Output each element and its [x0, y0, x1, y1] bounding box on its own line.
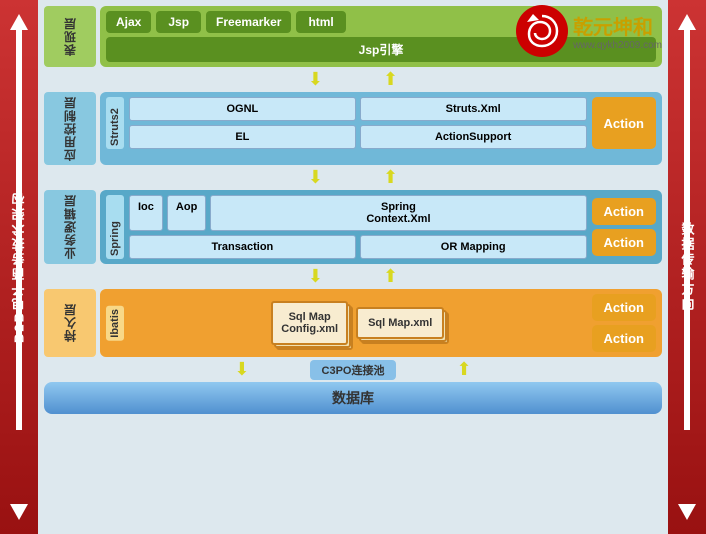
- box-or-mapping: OR Mapping: [360, 235, 587, 259]
- box-sqlmap: Sql Map.xml: [356, 307, 444, 339]
- arrow-up-1: ⬆: [383, 69, 398, 90]
- app-control-boxes: OGNL Struts.Xml EL ActionSupport: [129, 97, 587, 149]
- box-spring-context: Spring Context.Xml: [210, 195, 586, 231]
- persistence-label: 持久层: [44, 289, 96, 357]
- sqlmap-config-stack: Sql Map Config.xml: [271, 301, 348, 345]
- tech-freemarker: Freemarker: [206, 11, 291, 33]
- business-layer-content: Spring Ioc Aop Spring Context.Xml Transa…: [100, 190, 662, 264]
- business-label: 业务逻辑层: [44, 190, 96, 264]
- arrow-up-c3po: ⬆: [456, 359, 471, 380]
- box-struts-xml: Struts.Xml: [360, 97, 587, 121]
- business-boxes: Ioc Aop Spring Context.Xml Transaction O…: [129, 195, 587, 259]
- arrow-down-2: ⬇: [308, 167, 323, 188]
- app-control-layer-content: Struts2 OGNL Struts.Xml EL ActionSupport…: [100, 92, 662, 165]
- business-layer-wrapper: 业务逻辑层 Spring Ioc Aop Spring Context.Xml …: [44, 190, 662, 264]
- logo-icon: [515, 4, 569, 58]
- logo-text-area: 乾元坤和 www.qykh2009.com: [573, 11, 662, 51]
- arrow-up-2: ⬆: [383, 167, 398, 188]
- tech-ajax: Ajax: [106, 11, 151, 33]
- c3po-arrow-row: ⬇ C3PO连接池 ⬆: [44, 359, 662, 380]
- left-label-text: B2B电子商务技术架构: [10, 191, 29, 343]
- spring-label: Spring: [106, 195, 124, 259]
- arrow-down-3: ⬇: [308, 266, 323, 287]
- box-ioc: Ioc: [129, 195, 163, 231]
- biz-row2: Transaction OR Mapping: [129, 235, 587, 259]
- box-sqlmap-config: Sql Map Config.xml: [271, 301, 348, 345]
- persistence-inner: Ibatis Sql Map Config.xml: [106, 294, 656, 352]
- struts-label: Struts2: [106, 97, 124, 149]
- box-aop: Aop: [167, 195, 206, 231]
- arrow-down-1: ⬇: [308, 69, 323, 90]
- persistence-layer-wrapper: 持久层 Ibatis Sql Map Config.xml: [44, 289, 662, 357]
- brand-url: www.qykh2009.com: [573, 40, 662, 51]
- box-transaction: Transaction: [129, 235, 356, 259]
- center-area: 乾元坤和 www.qykh2009.com 表现层 Ajax Jsp Freem…: [38, 0, 668, 534]
- app-control-layer-wrapper: 应用控制层 Struts2 OGNL Struts.Xml EL ActionS…: [44, 92, 662, 165]
- logo-area: 乾元坤和 www.qykh2009.com: [515, 4, 662, 58]
- arrow-row-1: ⬇ ⬆: [44, 69, 662, 90]
- biz-action-boxes: Action Action: [592, 195, 656, 259]
- app-action-box: Action: [592, 97, 656, 149]
- sqlmap-stack: Sql Map.xml: [356, 307, 444, 339]
- c3po-label: C3PO连接池: [310, 360, 397, 380]
- persist-action-2: Action: [592, 325, 656, 352]
- right-label-bar: 数据传输方向: [668, 0, 706, 534]
- biz-row1: Ioc Aop Spring Context.Xml: [129, 195, 587, 231]
- ibatis-label: Ibatis: [106, 306, 124, 341]
- arrow-row-3: ⬇ ⬆: [44, 266, 662, 287]
- box-actionsupport: ActionSupport: [360, 125, 587, 149]
- persist-action-boxes: Action Action: [592, 294, 656, 352]
- tech-html: html: [296, 11, 345, 33]
- persist-boxes-area: Sql Map Config.xml Sql Map.xml: [129, 301, 587, 345]
- box-ognl: OGNL: [129, 97, 356, 121]
- database-bar: 数据库: [44, 382, 662, 414]
- biz-action-1: Action: [592, 198, 656, 225]
- tech-jsp: Jsp: [156, 11, 201, 33]
- persist-action-1: Action: [592, 294, 656, 321]
- app-control-label: 应用控制层: [44, 92, 96, 165]
- presentation-label: 表现层: [44, 6, 96, 67]
- main-layout: B2B电子商务技术架构 乾元坤和 www.qykh2009.com 表现层 Aj…: [0, 0, 706, 534]
- box-el: EL: [129, 125, 356, 149]
- arrow-up-3: ⬆: [383, 266, 398, 287]
- arrow-down-c3po: ⬇: [234, 359, 249, 380]
- brand-name: 乾元坤和: [573, 11, 662, 40]
- right-label-text: 数据传输方向: [678, 222, 697, 312]
- persistence-layer-content: Ibatis Sql Map Config.xml: [100, 289, 662, 357]
- business-inner: Spring Ioc Aop Spring Context.Xml Transa…: [106, 195, 656, 259]
- biz-action-2: Action: [592, 229, 656, 256]
- left-label-bar: B2B电子商务技术架构: [0, 0, 38, 534]
- arrow-row-2: ⬇ ⬆: [44, 167, 662, 188]
- app-control-inner: Struts2 OGNL Struts.Xml EL ActionSupport…: [106, 97, 656, 149]
